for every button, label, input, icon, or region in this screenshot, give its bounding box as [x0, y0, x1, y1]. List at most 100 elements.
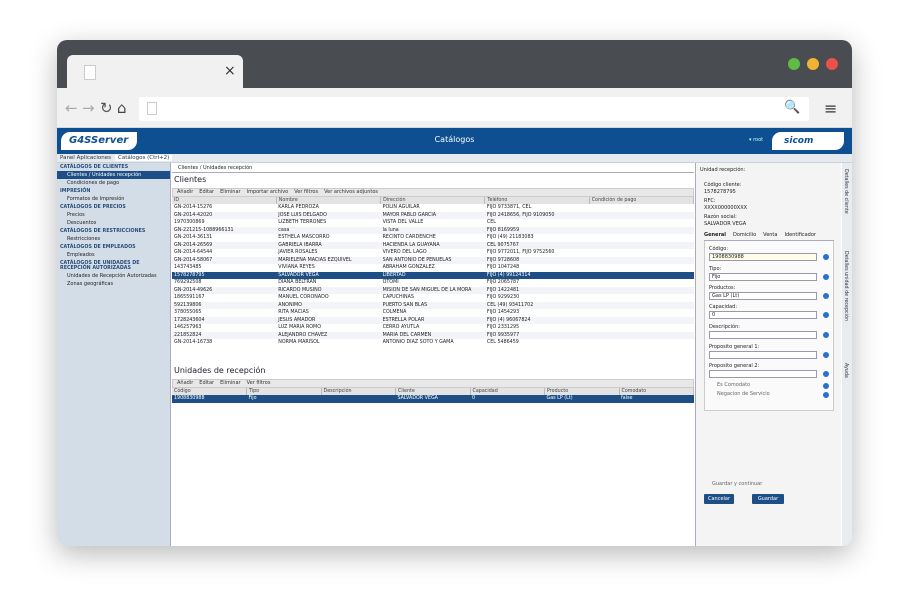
units-title: Unidades de recepción	[174, 366, 266, 375]
table-row[interactable]: 221852824 ALEJANDRO CHAVEZ MARIA DEL CARME…	[172, 331, 694, 339]
sidebar-item[interactable]: Descuentos	[57, 219, 170, 227]
guardar-continuar-checkbox[interactable]: Guardar y continuar	[712, 481, 762, 487]
productos-select[interactable]: Gas LP (Lt)	[709, 292, 817, 300]
toolbar-button[interactable]: Añadir	[177, 380, 193, 386]
tab-detalles-cliente[interactable]: Detalles de cliente	[843, 169, 848, 214]
column-header[interactable]: Capacidad	[470, 388, 545, 395]
column-header[interactable]: Producto	[544, 388, 620, 395]
cancel-button[interactable]: Cancelar	[704, 494, 734, 504]
tab-catalogos[interactable]: Catálogos (Ctrl+2)	[115, 155, 173, 161]
sidebar-item[interactable]: Restricciones	[57, 235, 170, 243]
sidebar-item[interactable]: Clientes / Unidades recepción	[57, 171, 170, 179]
sidebar-item[interactable]: Condiciones de pago	[57, 179, 170, 187]
forward-icon[interactable]: →	[82, 99, 95, 117]
maximize-dot[interactable]	[788, 58, 800, 70]
table-row[interactable]: 592139806 ANONIMO PUERTO SAN BLAS CEL (49) …	[172, 301, 694, 309]
help-icon[interactable]	[823, 352, 829, 358]
sidebar-item[interactable]: Unidades de Recepción Autorizadas	[57, 272, 170, 280]
capacidad-field[interactable]: 0	[709, 311, 817, 319]
column-header[interactable]: Condición de pago	[589, 197, 695, 204]
save-button[interactable]: Guardar	[752, 494, 784, 504]
toolbar-button[interactable]: Eliminar	[220, 189, 241, 195]
sidebar-item[interactable]: Formatos de Impresión	[57, 195, 170, 203]
back-icon[interactable]: ←	[65, 99, 78, 117]
help-icon[interactable]	[823, 383, 829, 389]
close-dot[interactable]	[826, 58, 838, 70]
descripcion-field[interactable]	[709, 331, 817, 339]
help-icon[interactable]	[823, 371, 829, 377]
table-row[interactable]: 143743485 VIVIANA REYES ABRAHAM GONZALEZ FI…	[172, 264, 694, 272]
pg1-field[interactable]	[709, 351, 817, 359]
sidebar-item[interactable]: Empleados	[57, 251, 170, 259]
toolbar-button[interactable]: Editar	[199, 380, 214, 386]
address-bar[interactable]	[139, 97, 809, 121]
tipo-select[interactable]: Fijo	[709, 273, 817, 281]
home-icon[interactable]: ⌂	[117, 99, 127, 117]
toolbar-button[interactable]: Ver archivos adjuntos	[324, 189, 378, 195]
tab-clientes-unidades[interactable]: Clientes / Unidades recepción	[178, 165, 252, 171]
table-row[interactable]: 1578278795 SALVADOR VEGA LIBERTAD FIJO (4) …	[172, 271, 694, 279]
column-header[interactable]: Nombre	[276, 197, 382, 204]
panel-tab[interactable]: Domicilio	[733, 232, 756, 238]
panel-tab[interactable]: Identificador	[784, 232, 816, 238]
sidebar-section-title: CATÁLOGOS DE PRECIOS	[60, 205, 126, 210]
column-header[interactable]: Cliente	[395, 388, 471, 395]
column-header[interactable]: Dirección	[380, 197, 486, 204]
toolbar-button[interactable]: Añadir	[177, 189, 193, 195]
codigo-field[interactable]: 1908830988	[709, 253, 817, 261]
help-icon[interactable]	[823, 293, 829, 299]
table-row[interactable]: GN-2014-15276 KARLA PEDROZA POLIN AGUILAR F…	[172, 204, 694, 212]
user-menu[interactable]: ▾ root	[749, 137, 763, 143]
toolbar-button[interactable]: Editar	[199, 189, 214, 195]
table-row[interactable]: 769292508 DIANA BELTRAN OTOMI FIJO 2065787	[172, 279, 694, 287]
pg2-field[interactable]	[709, 370, 817, 378]
panel-tab[interactable]: Venta	[763, 232, 777, 238]
table-row[interactable]: GN-2014-26569 GABRIELA IBARRA HACIENDA LA …	[172, 241, 694, 249]
table-cell: la luna	[380, 226, 485, 234]
column-header[interactable]: Código	[172, 388, 247, 395]
table-cell	[589, 331, 694, 339]
sidebar-item[interactable]: Precios	[57, 211, 170, 219]
table-row[interactable]: GN-2014-64544 JAVIER ROSALES VIVERO DEL LA…	[172, 249, 694, 257]
tab-panel-aplicaciones[interactable]: Panel Aplicaciones	[60, 155, 111, 161]
help-icon[interactable]	[823, 274, 829, 280]
toolbar-button[interactable]: Ver filtros	[294, 189, 318, 195]
table-row[interactable]: GN-2014-36131 ESTHELA MASCORRO RECINTO CAR…	[172, 234, 694, 242]
column-header[interactable]: Teléfono	[484, 197, 590, 204]
column-header[interactable]: ID	[172, 197, 277, 204]
table-row[interactable]: 378055065 RITA MACIAS COLMENA FIJO 1454293	[172, 309, 694, 317]
help-icon[interactable]	[823, 332, 829, 338]
toolbar-button[interactable]: Importar archivo	[247, 189, 289, 195]
close-tab-icon[interactable]: ×	[224, 63, 236, 79]
help-icon[interactable]	[823, 392, 829, 398]
table-row[interactable]: GN-2014-58067 MARIELENA MACIAS EZQUIVEL SA…	[172, 256, 694, 264]
column-header[interactable]: Tipo	[246, 388, 322, 395]
table-row[interactable]: 146257963 LUZ MARIA ROMO CERRO AYUTLA FIJO …	[172, 324, 694, 332]
table-row[interactable]: 1728243604 JESUS AMADOR ESTRELLA POLAR FIJO…	[172, 316, 694, 324]
reload-icon[interactable]: ↻	[100, 99, 113, 117]
sidebar-item[interactable]: Zonas geográficas	[57, 280, 170, 288]
negacion-checkbox[interactable]: Negacion de Servicio	[717, 391, 770, 397]
panel-tab[interactable]: General	[704, 232, 726, 238]
menu-icon[interactable]: ≡	[824, 99, 837, 118]
table-cell: RITA MACIAS	[278, 310, 309, 316]
table-row[interactable]: GN-2014-49626 RICARDO MUSIÑO MISION DE SAN…	[172, 286, 694, 294]
table-row[interactable]: 1908830988 Fijo SALVADOR VEGA 0 Gas LP (Lt) f…	[172, 395, 694, 403]
table-row[interactable]: GN-2014-42020 JOSE LUIS DELGADO MAYOR PABL…	[172, 211, 694, 219]
tab-ayuda[interactable]: Ayuda	[843, 363, 848, 378]
minimize-dot[interactable]	[807, 58, 819, 70]
toolbar-button[interactable]: Ver filtros	[247, 380, 271, 386]
browser-tab[interactable]: ×	[67, 55, 243, 88]
column-header[interactable]: Comodato	[619, 388, 694, 395]
table-row[interactable]: GN-221215-1088966131 casa la luna FIJO 8169…	[172, 226, 694, 234]
help-icon[interactable]	[823, 312, 829, 318]
search-icon[interactable]: 🔍	[784, 100, 800, 115]
help-icon[interactable]	[823, 254, 829, 260]
table-row[interactable]: 1970300869 LIZBETH TERRONES VISTA DEL VALL…	[172, 219, 694, 227]
table-row[interactable]: GN-2014-16738 NORMA MARISOL ANTONIO DIAZ S…	[172, 339, 694, 347]
comodato-checkbox[interactable]: Es Comodato	[717, 382, 750, 388]
tab-detalles-unidad[interactable]: Detalles unidad de recepción	[843, 251, 848, 321]
toolbar-button[interactable]: Eliminar	[220, 380, 241, 386]
table-row[interactable]: 1865591167 MANUEL CORONADO CAPUCHINAS FIJO …	[172, 294, 694, 302]
column-header[interactable]: Descripción	[321, 388, 396, 395]
